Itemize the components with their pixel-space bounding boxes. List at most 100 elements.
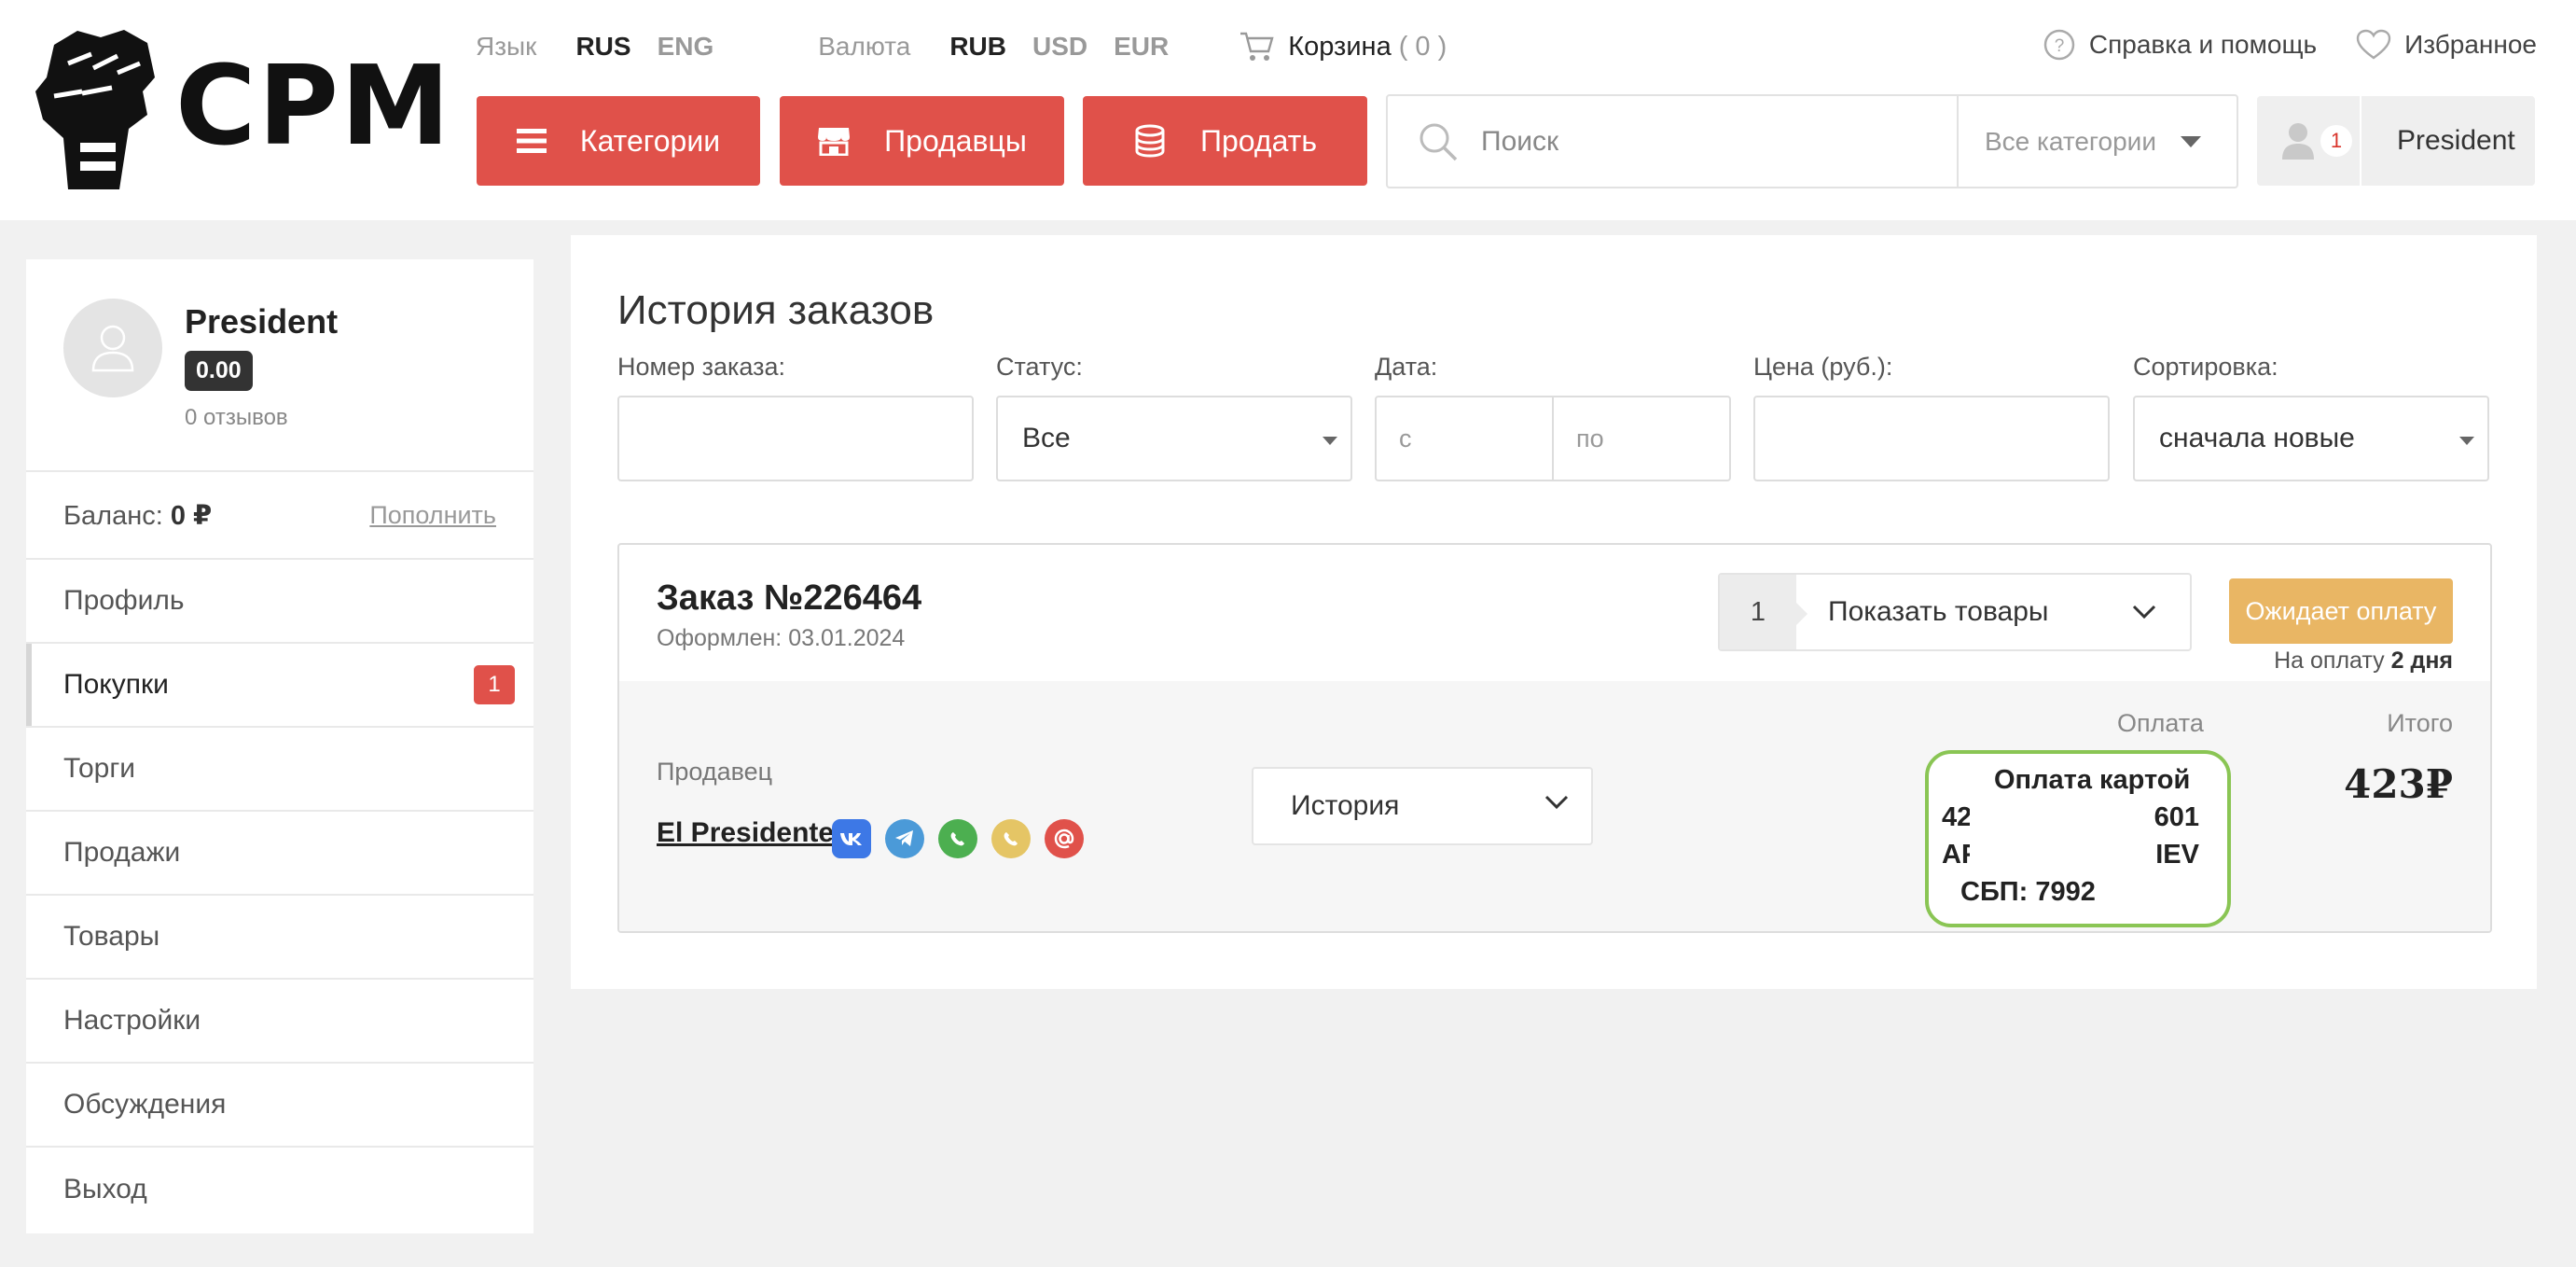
payment-due-value: 2 дня: [2390, 647, 2453, 674]
sidebar-item-label: Товары: [63, 921, 160, 952]
sell-label: Продать: [1200, 123, 1317, 158]
user-menu-button[interactable]: 1 President: [2257, 96, 2535, 186]
main-content: История заказов Номер заказа: Статус: Вс…: [571, 235, 2537, 989]
favorites-link[interactable]: Избранное: [2356, 29, 2537, 61]
sidebar-item-purchases[interactable]: Покупки 1: [26, 644, 533, 728]
goods-quantity: 1: [1720, 575, 1807, 649]
svg-text:?: ?: [2055, 36, 2065, 56]
sidebar-item-logout[interactable]: Выход: [26, 1148, 533, 1232]
sidebar-item-label: Профиль: [63, 585, 185, 616]
status-label: Статус:: [996, 353, 1083, 381]
price-input[interactable]: [1753, 396, 2110, 481]
favorites-label: Избранное: [2404, 30, 2537, 59]
categories-label: Категории: [579, 123, 721, 158]
sellers-label: Продавцы: [884, 123, 1027, 158]
order-number-input[interactable]: [617, 396, 974, 481]
sidebar-item-profile[interactable]: Профиль: [26, 560, 533, 644]
store-icon: [817, 126, 851, 156]
order-number[interactable]: Заказ №226464: [657, 578, 921, 619]
sellers-button[interactable]: Продавцы: [780, 96, 1064, 186]
menu-icon: [516, 128, 547, 154]
user-icon: [2282, 123, 2314, 160]
logo[interactable]: CPM: [26, 26, 450, 189]
user-outline-icon: [91, 325, 134, 372]
topup-link[interactable]: Пополнить: [369, 501, 496, 530]
search-category-select[interactable]: Все категории: [1957, 96, 2237, 187]
coins-icon: [1133, 124, 1167, 158]
sort-value: сначала новые: [2159, 423, 2355, 453]
question-icon: ?: [2043, 29, 2075, 61]
history-dropdown[interactable]: История: [1252, 767, 1593, 845]
cart-icon: [1240, 32, 1274, 61]
top-right-links: ? Справка и помощь Избранное: [1987, 28, 2537, 62]
sidebar-item-auctions[interactable]: Торги: [26, 728, 533, 812]
sidebar-item-settings[interactable]: Настройки: [26, 980, 533, 1064]
user-name: President: [2397, 125, 2515, 156]
language-switcher: Язык RUS ENG: [476, 32, 740, 62]
sort-select[interactable]: сначала новые: [2133, 396, 2489, 481]
currency-option-rub[interactable]: RUB: [949, 32, 1006, 62]
avatar[interactable]: [63, 299, 162, 397]
header: CPM Язык RUS ENG Валюта RUB USD EUR Корз…: [0, 0, 2576, 220]
currency-label: Валюта: [818, 32, 911, 61]
status-badge[interactable]: Ожидает оплату: [2229, 578, 2453, 644]
logo-text: CPM: [175, 41, 452, 170]
status-value: Все: [1022, 423, 1071, 453]
date-from-input[interactable]: с: [1377, 397, 1552, 480]
total-label: Итого: [2387, 709, 2453, 737]
categories-button[interactable]: Категории: [477, 96, 760, 186]
sidebar-item-label: Покупки: [63, 669, 169, 700]
payment-due-label: На оплату: [2274, 647, 2385, 674]
payment-details: Оплата картой 42 601 AF IEV СБП: 7992: [1925, 750, 2231, 927]
status-select[interactable]: Все: [996, 396, 1352, 481]
profile-card: President 0.00 0 отзывов: [26, 259, 533, 472]
notification-badge: 1: [2320, 125, 2352, 157]
sidebar-item-label: Обсуждения: [63, 1089, 227, 1120]
currency-option-usd[interactable]: USD: [1032, 32, 1087, 62]
redaction-mask: [1970, 801, 2153, 875]
cart-link[interactable]: Корзина ( 0 ): [1240, 31, 1447, 63]
payment-label: Оплата: [2117, 709, 2204, 737]
sbp-number: СБП: 7992: [1960, 877, 2096, 907]
seller-name-link[interactable]: El Presidente: [657, 817, 834, 849]
date-label: Дата:: [1375, 353, 1438, 381]
search-icon[interactable]: [1418, 121, 1459, 162]
card-number-start: 42: [1942, 802, 1973, 832]
topbar: Язык RUS ENG Валюта RUB USD EUR Корзина …: [476, 28, 1447, 65]
divider: [2360, 96, 2361, 186]
order-details: Продавец El Presidente История Оплата Ит…: [619, 681, 2490, 931]
search-input[interactable]: [1481, 96, 1957, 187]
viber-icon[interactable]: [991, 819, 1031, 858]
purchases-count-badge: 1: [474, 665, 515, 704]
heart-icon: [2356, 29, 2391, 60]
whatsapp-icon[interactable]: [938, 819, 977, 858]
caret-down-icon: [2459, 437, 2474, 445]
telegram-icon[interactable]: [885, 819, 924, 858]
order-number-label: Номер заказа:: [617, 353, 786, 381]
sidebar: President 0.00 0 отзывов Баланс: 0 ₽ Поп…: [26, 259, 533, 1233]
language-option-eng[interactable]: ENG: [658, 32, 714, 62]
vk-icon[interactable]: [832, 819, 871, 858]
sidebar-item-sales[interactable]: Продажи: [26, 812, 533, 896]
language-label: Язык: [476, 32, 537, 61]
date-range: с по: [1375, 396, 1731, 481]
sell-button[interactable]: Продать: [1083, 96, 1367, 186]
card-holder-end: IEV: [2155, 840, 2199, 870]
sidebar-item-label: Продажи: [63, 837, 181, 868]
chevron-down-icon: [1544, 795, 1569, 810]
sidebar-item-goods[interactable]: Товары: [26, 896, 533, 980]
search-bar: Все категории: [1386, 94, 2238, 188]
balance-row: Баланс: 0 ₽ Пополнить: [26, 472, 533, 560]
cart-label: Корзина: [1288, 31, 1392, 62]
email-icon[interactable]: [1045, 819, 1084, 858]
card-number-end: 601: [2154, 802, 2199, 832]
show-goods-dropdown[interactable]: 1 Показать товары: [1718, 573, 2192, 651]
sidebar-item-discussions[interactable]: Обсуждения: [26, 1064, 533, 1148]
date-to-input[interactable]: по: [1552, 397, 1729, 480]
sidebar-item-label: Торги: [63, 753, 136, 784]
sort-label: Сортировка:: [2133, 353, 2278, 381]
reviews-count[interactable]: 0 отзывов: [185, 405, 288, 431]
currency-option-eur[interactable]: EUR: [1114, 32, 1169, 62]
help-link[interactable]: ? Справка и помощь: [2043, 28, 2317, 62]
language-option-rus[interactable]: RUS: [575, 32, 630, 62]
